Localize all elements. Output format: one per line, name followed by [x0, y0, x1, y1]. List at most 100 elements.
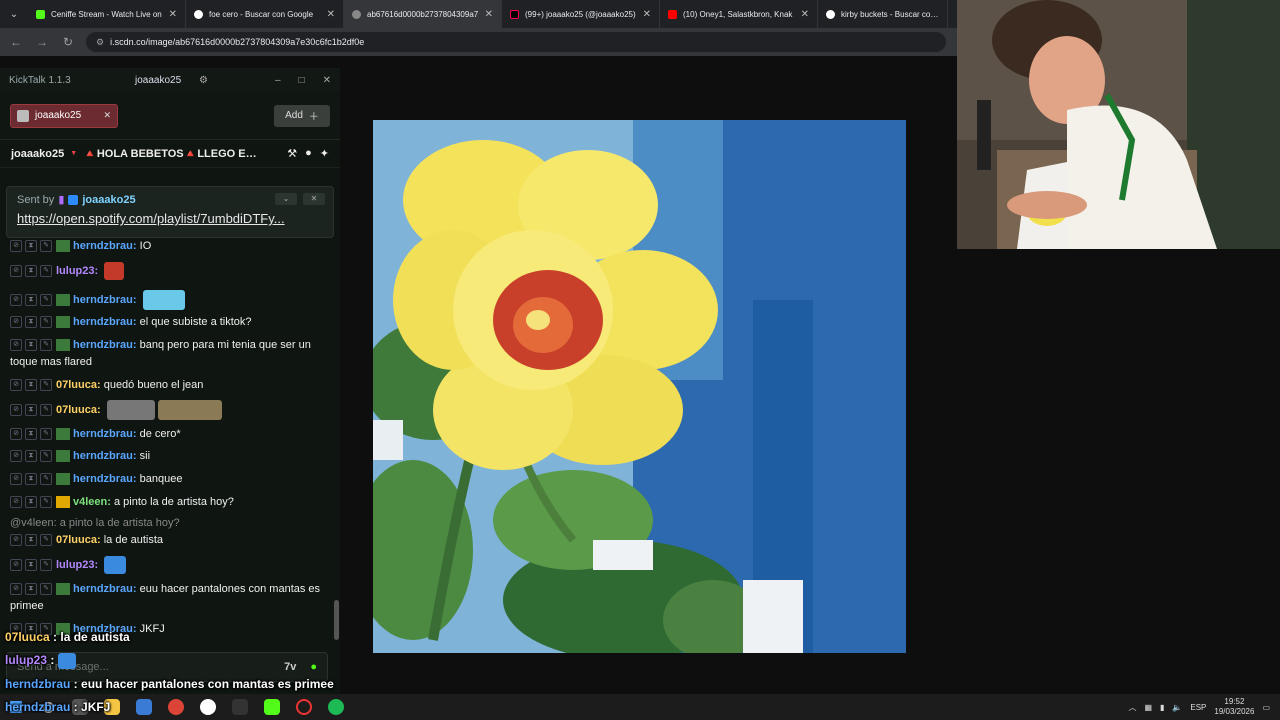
gear-icon[interactable]: ⚙: [199, 75, 208, 86]
app-icon[interactable]: [224, 694, 256, 720]
kick-emote-icon[interactable]: ●: [310, 661, 317, 673]
close-icon[interactable]: ✕: [801, 9, 809, 20]
delete-icon[interactable]: ✎: [40, 379, 52, 392]
timeout-icon[interactable]: ⧗: [25, 473, 37, 486]
delete-icon[interactable]: ✎: [40, 240, 52, 253]
timeout-icon[interactable]: ⧗: [25, 379, 37, 392]
logged-in-user[interactable]: joaaako25: [135, 75, 191, 86]
browser-tab[interactable]: kirby buckets - Buscar con Goo: [818, 0, 948, 28]
chat-username[interactable]: herndzbrau: [73, 473, 133, 485]
timeout-icon[interactable]: ⧗: [25, 496, 37, 509]
ban-icon[interactable]: ⊘: [10, 450, 22, 463]
browser-tab[interactable]: (99+) joaaako25 (@joaaako25) ✕: [502, 0, 660, 28]
obs-icon[interactable]: [192, 694, 224, 720]
pin-icon[interactable]: ✦: [320, 147, 329, 160]
site-info-icon[interactable]: ⚙: [96, 32, 104, 52]
reload-icon[interactable]: ↻: [60, 35, 76, 49]
ban-icon[interactable]: ⊘: [10, 379, 22, 392]
chat-username[interactable]: 07luuca: [56, 534, 97, 546]
close-icon[interactable]: ✕: [327, 9, 335, 20]
user-icon[interactable]: ●: [305, 147, 312, 160]
chat-username[interactable]: herndzbrau: [73, 428, 133, 440]
delete-icon[interactable]: ✎: [40, 265, 52, 277]
add-channel-button[interactable]: Add ＋: [274, 104, 330, 127]
7tv-emote-icon[interactable]: 7v: [284, 661, 296, 673]
timeout-icon[interactable]: ⧗: [25, 316, 37, 329]
timeout-icon[interactable]: ⧗: [25, 534, 37, 547]
ban-icon[interactable]: ⊘: [10, 339, 22, 352]
ban-icon[interactable]: ⊘: [10, 404, 22, 416]
delete-icon[interactable]: ✎: [40, 428, 52, 441]
ban-icon[interactable]: ⊘: [10, 473, 22, 486]
chat-username[interactable]: lulup23: [56, 559, 95, 571]
delete-icon[interactable]: ✎: [40, 496, 52, 509]
timeout-icon[interactable]: ⧗: [25, 450, 37, 463]
delete-icon[interactable]: ✎: [40, 339, 52, 352]
ban-icon[interactable]: ⊘: [10, 428, 22, 441]
ban-icon[interactable]: ⊘: [10, 559, 22, 571]
notifications-icon[interactable]: ▭: [1262, 703, 1270, 712]
kicktalk-app-icon[interactable]: [256, 694, 288, 720]
chat-username[interactable]: herndzbrau: [73, 316, 133, 328]
channel-tab[interactable]: joaaako25 ✕: [10, 103, 118, 128]
delete-icon[interactable]: ✎: [40, 583, 52, 596]
tab-list-dropdown[interactable]: ⌄: [0, 9, 28, 20]
chevron-down-icon[interactable]: ⌄: [275, 193, 297, 205]
emote-image[interactable]: [157, 400, 222, 420]
close-icon[interactable]: ✕: [323, 75, 331, 86]
ban-icon[interactable]: ⊘: [10, 294, 22, 306]
chevron-up-icon[interactable]: ︿: [1128, 702, 1136, 713]
close-icon[interactable]: ✕: [103, 110, 111, 121]
timeout-icon[interactable]: ⧗: [25, 265, 37, 277]
pinned-link[interactable]: https://open.spotify.com/playlist/7umbdi…: [17, 211, 323, 226]
emote-image[interactable]: [106, 400, 155, 420]
chat-username[interactable]: herndzbrau: [73, 294, 133, 306]
timeout-icon[interactable]: ⧗: [25, 339, 37, 352]
ban-icon[interactable]: ⊘: [10, 240, 22, 253]
ban-icon[interactable]: ⊘: [10, 265, 22, 277]
delete-icon[interactable]: ✎: [40, 404, 52, 416]
lang-indicator[interactable]: ESP: [1190, 703, 1206, 712]
timeout-icon[interactable]: ⧗: [25, 428, 37, 441]
url-input[interactable]: ⚙ i.scdn.co/image/ab67616d0000b273780430…: [86, 32, 946, 52]
chat-username[interactable]: herndzbrau: [73, 339, 133, 351]
store-icon[interactable]: [128, 694, 160, 720]
chat-username[interactable]: herndzbrau: [73, 240, 133, 252]
timeout-icon[interactable]: ⧗: [25, 404, 37, 416]
delete-icon[interactable]: ✎: [40, 559, 52, 571]
ban-icon[interactable]: ⊘: [10, 496, 22, 509]
back-icon[interactable]: ←: [8, 35, 24, 49]
emote-image[interactable]: [142, 290, 185, 310]
chat-scrollbar[interactable]: [334, 600, 339, 640]
close-icon[interactable]: ✕: [169, 9, 177, 20]
unpin-icon[interactable]: ✕: [303, 193, 325, 205]
maximize-icon[interactable]: □: [299, 75, 305, 86]
timeout-icon[interactable]: ⧗: [25, 240, 37, 253]
clock[interactable]: 19:52 19/03/2026: [1214, 697, 1254, 717]
minimize-icon[interactable]: –: [275, 75, 281, 86]
clock-app-icon[interactable]: [288, 694, 320, 720]
delete-icon[interactable]: ✎: [40, 534, 52, 547]
browser-tab-active[interactable]: ab67616d0000b2737804309a7 ✕: [344, 0, 502, 28]
ban-icon[interactable]: ⊘: [10, 534, 22, 547]
chat-username[interactable]: v4leen: [73, 496, 107, 508]
speaker-icon[interactable]: 🔈: [1172, 703, 1182, 712]
timeout-icon[interactable]: ⧗: [25, 583, 37, 596]
pinned-user[interactable]: joaaako25: [82, 194, 135, 206]
chat-username[interactable]: 07luuca: [56, 379, 97, 391]
delete-icon[interactable]: ✎: [40, 473, 52, 486]
mic-icon[interactable]: ▮: [1160, 703, 1164, 712]
close-icon[interactable]: ✕: [485, 9, 493, 20]
timeout-icon[interactable]: ⧗: [25, 559, 37, 571]
timeout-icon[interactable]: ⧗: [25, 294, 37, 306]
emote-image[interactable]: [104, 262, 125, 280]
network-icon[interactable]: ▦: [1144, 703, 1152, 712]
browser-tab[interactable]: foe cero - Buscar con Google ✕: [186, 0, 344, 28]
delete-icon[interactable]: ✎: [40, 316, 52, 329]
chrome-icon[interactable]: [160, 694, 192, 720]
forward-icon[interactable]: →: [34, 35, 50, 49]
ban-icon[interactable]: ⊘: [10, 583, 22, 596]
browser-tab[interactable]: Ceniffe Stream - Watch Live on ✕: [28, 0, 186, 28]
delete-icon[interactable]: ✎: [40, 450, 52, 463]
chat-username[interactable]: herndzbrau: [73, 450, 133, 462]
